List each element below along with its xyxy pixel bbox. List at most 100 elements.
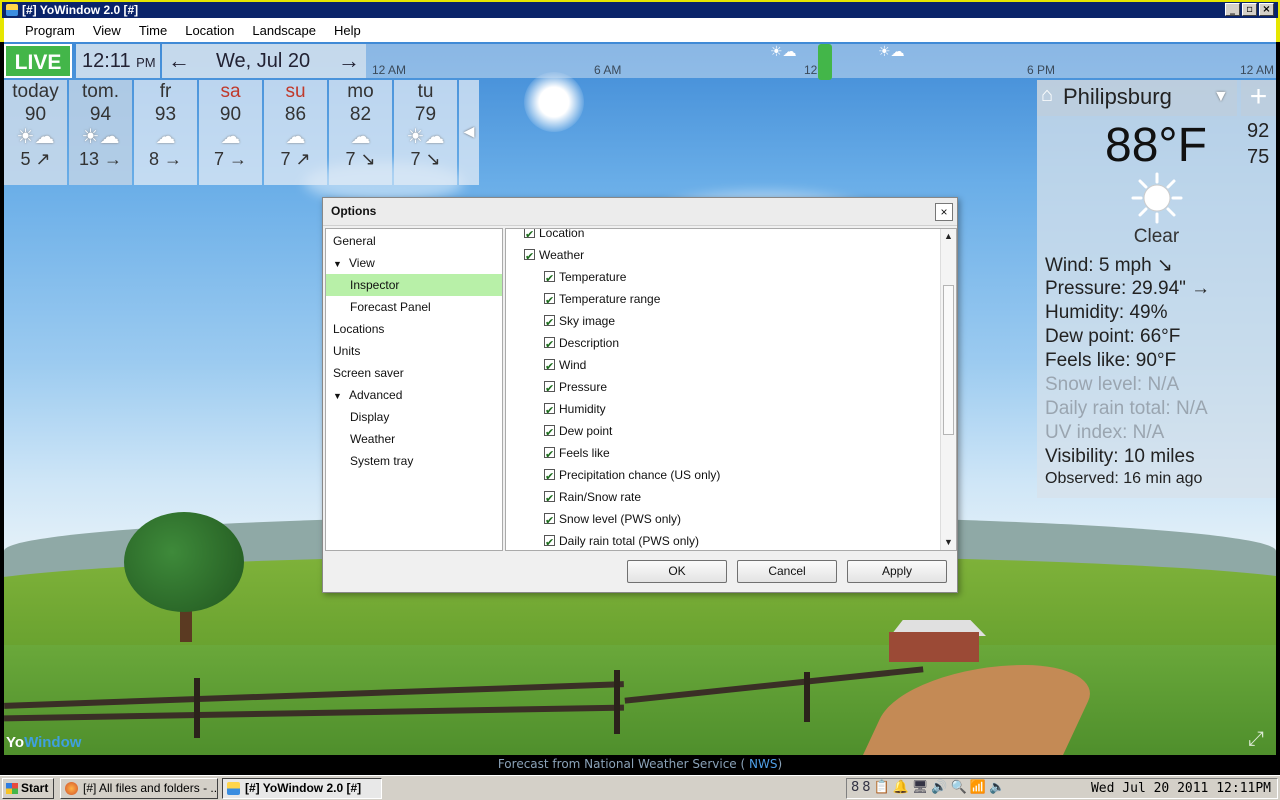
menu-landscape[interactable]: Landscape bbox=[243, 23, 325, 38]
clock[interactable]: Wed Jul 20 2011 12:11PM bbox=[1091, 781, 1271, 796]
taskbar-item-yowindow[interactable]: [#] YoWindow 2.0 [#] bbox=[222, 778, 382, 799]
checkbox[interactable] bbox=[524, 229, 535, 246]
close-window-button[interactable]: × bbox=[1259, 3, 1274, 16]
checkbox[interactable] bbox=[544, 488, 555, 510]
option-sky-image[interactable]: Sky image bbox=[544, 310, 615, 334]
checkbox[interactable] bbox=[544, 268, 555, 290]
ok-button[interactable]: OK bbox=[627, 560, 727, 583]
forecast-day[interactable]: today 90 ☀☁ 5 ↗ bbox=[4, 80, 67, 185]
option-label: Temperature range bbox=[559, 292, 661, 306]
option-weather[interactable]: Weather bbox=[524, 244, 585, 268]
fullscreen-icon[interactable]: ⤢ bbox=[1248, 726, 1272, 750]
nav-item-label: System tray bbox=[350, 454, 414, 468]
option-precipitation-chance[interactable]: Precipitation chance (US only) bbox=[544, 464, 721, 488]
option-daily-rain-total[interactable]: Daily rain total (PWS only) bbox=[544, 530, 699, 550]
live-button[interactable]: LIVE bbox=[4, 44, 72, 78]
nav-inspector[interactable]: Inspector bbox=[326, 274, 502, 296]
vertical-scrollbar[interactable]: ▲ ▼ bbox=[940, 229, 956, 550]
option-label: Precipitation chance (US only) bbox=[559, 468, 721, 482]
menu-location[interactable]: Location bbox=[176, 23, 243, 38]
menu-program[interactable]: Program bbox=[16, 23, 84, 38]
forecast-day-name: sa bbox=[220, 81, 241, 102]
checkbox[interactable] bbox=[544, 334, 555, 356]
nav-general[interactable]: General bbox=[326, 230, 502, 252]
nav-locations[interactable]: Locations bbox=[326, 318, 502, 340]
option-label: Description bbox=[559, 336, 620, 350]
nav-screen-saver[interactable]: Screen saver bbox=[326, 362, 502, 384]
forecast-day[interactable]: fr 93 ☁ 8 → bbox=[134, 80, 197, 185]
scroll-down-icon[interactable]: ▼ bbox=[941, 535, 956, 550]
yowindow-logo[interactable]: YoWindow bbox=[6, 734, 81, 751]
chevron-down-icon[interactable]: ▼ bbox=[1213, 88, 1229, 106]
option-label: Location bbox=[539, 228, 585, 240]
option-rain-snow-rate[interactable]: Rain/Snow rate bbox=[544, 486, 641, 510]
pressure-row: Pressure: 29.94" → bbox=[1045, 278, 1211, 299]
menu-view[interactable]: View bbox=[84, 23, 130, 38]
forecast-day[interactable]: tom. 94 ☀☁ 13 → bbox=[69, 80, 132, 185]
timeline-current-marker[interactable] bbox=[818, 44, 832, 80]
nav-item-label: Forecast Panel bbox=[350, 300, 431, 314]
taskbar-item-firefox[interactable]: [#] All files and folders - ... bbox=[60, 778, 218, 799]
forecast-source-bar: Forecast from National Weather Service (… bbox=[0, 755, 1280, 775]
nav-display[interactable]: Display bbox=[326, 406, 502, 428]
dialog-title-bar: Options × bbox=[323, 198, 957, 226]
option-humidity[interactable]: Humidity bbox=[544, 398, 606, 422]
tray-icons[interactable]: 88📋🔔🖥🔊🔍📶🔈 bbox=[851, 780, 1008, 795]
option-feels-like[interactable]: Feels like bbox=[544, 442, 610, 466]
checkbox[interactable] bbox=[544, 356, 555, 378]
start-button[interactable]: Start bbox=[2, 778, 54, 799]
task-label: [#] All files and folders - ... bbox=[83, 781, 218, 795]
nav-units[interactable]: Units bbox=[326, 340, 502, 362]
nws-link[interactable]: NWS bbox=[749, 757, 777, 771]
option-dew-point[interactable]: Dew point bbox=[544, 420, 612, 444]
option-wind[interactable]: Wind bbox=[544, 354, 586, 378]
menu-time[interactable]: Time bbox=[130, 23, 176, 38]
nav-advanced[interactable]: ▼ Advanced bbox=[326, 384, 502, 406]
maximize-button[interactable]: ▫ bbox=[1242, 3, 1257, 16]
checkbox[interactable] bbox=[524, 246, 535, 268]
option-label: Weather bbox=[539, 248, 585, 262]
checkbox[interactable] bbox=[544, 466, 555, 488]
add-location-button[interactable]: + bbox=[1241, 80, 1276, 116]
forecast-day[interactable]: sa 90 ☁ 7 → bbox=[199, 80, 262, 185]
farmhouse-image bbox=[889, 632, 979, 662]
apply-button[interactable]: Apply bbox=[847, 560, 947, 583]
checkbox[interactable] bbox=[544, 444, 555, 466]
menu-help[interactable]: Help bbox=[325, 23, 370, 38]
checkbox[interactable] bbox=[544, 422, 555, 444]
next-day-arrow-icon[interactable]: → bbox=[338, 44, 360, 78]
option-temperature[interactable]: Temperature bbox=[544, 266, 626, 290]
checkbox[interactable] bbox=[544, 290, 555, 312]
checkbox[interactable] bbox=[544, 510, 555, 532]
scroll-up-icon[interactable]: ▲ bbox=[941, 229, 956, 244]
forecast-day[interactable]: su 86 ☁ 7 ↗ bbox=[264, 80, 327, 185]
minimize-button[interactable]: _ bbox=[1225, 3, 1240, 16]
option-location[interactable]: Location bbox=[524, 228, 585, 246]
location-selector[interactable]: ⌂ Philipsburg ▼ bbox=[1037, 80, 1237, 116]
date-display[interactable]: We, Jul 20 bbox=[216, 44, 310, 78]
timeline-bar[interactable]: 12 AM 6 AM 12 6 PM 12 AM ☀☁ ☀☁ bbox=[366, 44, 1276, 80]
forecast-day[interactable]: mo 82 ☁ 7 ↘ bbox=[329, 80, 392, 185]
expand-triangle-icon[interactable]: ▼ bbox=[333, 253, 349, 275]
close-icon[interactable]: × bbox=[935, 203, 953, 221]
nav-weather[interactable]: Weather bbox=[326, 428, 502, 450]
nav-system-tray[interactable]: System tray bbox=[326, 450, 502, 472]
checkbox[interactable] bbox=[544, 532, 555, 550]
checkbox[interactable] bbox=[544, 312, 555, 334]
cancel-button[interactable]: Cancel bbox=[737, 560, 837, 583]
scroll-thumb[interactable] bbox=[943, 285, 954, 435]
time-display[interactable]: 12:11 PM bbox=[76, 44, 160, 78]
nav-view[interactable]: ▼ View bbox=[326, 252, 502, 274]
option-pressure[interactable]: Pressure bbox=[544, 376, 607, 400]
forecast-day[interactable]: tu 79 ☀☁ 7 ↘ bbox=[394, 80, 457, 185]
collapse-forecast-icon[interactable]: ◀ bbox=[459, 80, 479, 185]
time-ampm: PM bbox=[136, 55, 156, 70]
expand-triangle-icon[interactable]: ▼ bbox=[333, 385, 349, 407]
checkbox[interactable] bbox=[544, 378, 555, 400]
option-temperature-range[interactable]: Temperature range bbox=[544, 288, 661, 312]
option-description[interactable]: Description bbox=[544, 332, 620, 356]
nav-forecast-panel[interactable]: Forecast Panel bbox=[326, 296, 502, 318]
prev-day-arrow-icon[interactable]: ← bbox=[168, 44, 190, 78]
option-snow-level[interactable]: Snow level (PWS only) bbox=[544, 508, 681, 532]
checkbox[interactable] bbox=[544, 400, 555, 422]
